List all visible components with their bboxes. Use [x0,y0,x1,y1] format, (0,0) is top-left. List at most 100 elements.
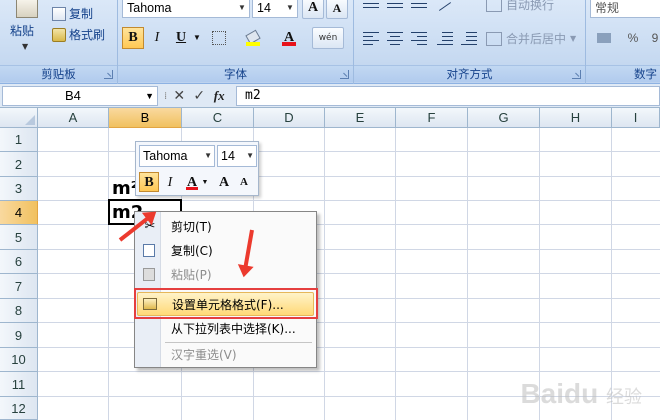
paste-label: 粘贴 [10,24,35,38]
gridline [324,128,325,420]
font-color-button[interactable]: A [278,27,300,49]
fill-color-button[interactable] [242,27,264,49]
number-format-select[interactable]: 常规 [590,0,660,18]
wrap-text-label: 自动换行 [506,0,555,12]
copy-label: 复制 [69,7,94,21]
mini-font-color-dropdown[interactable]: ▼ [200,172,210,192]
align-middle-button[interactable] [384,0,406,20]
font-color-swatch [186,187,198,190]
align-right-button[interactable] [408,28,430,48]
column-header-b[interactable]: B [109,108,182,128]
clipboard-dialog-launcher[interactable] [104,70,113,79]
align-top-button[interactable] [360,0,382,20]
font-color-swatch [282,42,296,46]
chevron-down-icon: ▼ [238,3,246,12]
format-painter-button[interactable]: 格式刷 [52,26,105,44]
row-header-9[interactable]: 9 [0,323,38,348]
column-header-h[interactable]: H [540,108,612,128]
italic-button[interactable]: I [146,27,168,49]
row-header-6[interactable]: 6 [0,250,38,274]
row-header-2[interactable]: 2 [0,152,38,177]
currency-icon [597,33,611,43]
formula-bar: B4 ▼ ⁞ ✕ ✓ fx m2 [0,84,660,108]
fill-color-swatch [246,42,260,46]
italic-icon: I [167,175,173,190]
row-header-5[interactable]: 5 [0,225,38,250]
font-dialog-launcher[interactable] [340,70,349,79]
percent-button[interactable]: % [622,27,644,49]
menu-item-cut[interactable]: ✂ 剪切(T) [137,215,314,239]
paste-icon [16,0,38,18]
wrap-text-button[interactable]: 自动换行 [486,0,554,13]
row-header-4[interactable]: 4 [0,201,38,225]
underline-dropdown[interactable]: ▼ [192,27,202,49]
column-header-i[interactable]: I [612,108,660,128]
wrap-text-icon [486,0,502,12]
row-header-12[interactable]: 12 [0,397,38,420]
gridline [611,128,612,420]
align-left-button[interactable] [360,28,382,48]
font-name-select[interactable]: Tahoma ▼ [122,0,250,18]
select-all-button[interactable] [0,108,38,128]
mini-font-size-select[interactable]: 14 ▼ [217,145,257,167]
mini-italic-button[interactable]: I [160,172,180,192]
decrease-indent-button[interactable] [434,28,456,48]
bold-button[interactable]: B [122,27,144,49]
cancel-icon[interactable]: ✕ [171,87,187,105]
row-header-3[interactable]: 3 [0,177,38,201]
mini-font-name-select[interactable]: Tahoma ▼ [139,145,215,167]
grow-font-icon: A [218,175,230,190]
align-center-button[interactable] [384,28,406,48]
worksheet-grid[interactable]: A B C D E F G H I 1 2 3 4 5 6 7 8 9 10 1… [0,108,660,420]
mini-font-color-button[interactable]: A [182,172,202,192]
font-size-select[interactable]: 14 ▼ [252,0,298,18]
percent-icon: % [627,31,639,45]
menu-item-copy[interactable]: 复制(C) [137,239,314,263]
increase-indent-button[interactable] [458,28,480,48]
menu-item-paste[interactable]: 粘贴(P) [137,263,314,287]
clipboard-group-label: 剪贴板 [0,65,117,82]
row-header-7[interactable]: 7 [0,274,38,299]
comma-style-button[interactable]: 9 [644,27,660,49]
grow-font-button[interactable]: A [302,0,324,19]
menu-item-pick-from-list[interactable]: 从下拉列表中选择(K)... [137,317,314,341]
insert-function-icon[interactable]: fx [211,87,227,105]
row-header-1[interactable]: 1 [0,128,38,152]
align-bottom-button[interactable] [408,0,430,20]
phonetic-guide-button[interactable]: wén [312,27,344,49]
copy-button[interactable]: 复制 [52,5,93,23]
menu-item-cut-label: 剪切(T) [171,220,212,234]
mini-grow-font-button[interactable]: A [214,172,234,192]
font-size-value: 14 [257,1,271,15]
font-group-label: 字体 [118,65,353,82]
formula-input[interactable]: m2 [236,86,660,106]
borders-button[interactable] [208,27,230,49]
shrink-font-button[interactable]: A [326,0,348,19]
alignment-dialog-launcher[interactable] [572,70,581,79]
column-header-c[interactable]: C [182,108,254,128]
row-header-11[interactable]: 11 [0,372,38,397]
column-header-d[interactable]: D [254,108,325,128]
chevron-down-icon: ▼ [286,3,294,12]
merge-center-button[interactable]: 合并后居中 ▼ [486,30,576,47]
baidu-watermark: Baidu 经验 [520,378,642,410]
underline-button[interactable]: U [170,27,192,49]
enter-icon[interactable]: ✓ [191,87,207,105]
orientation-button[interactable] [434,0,456,20]
column-header-e[interactable]: E [325,108,396,128]
currency-button[interactable] [590,27,618,49]
menu-item-paste-label: 粘贴(P) [171,268,212,282]
number-group: 常规 % 9 数字 [586,0,660,84]
row-header-8[interactable]: 8 [0,299,38,323]
menu-item-reconvert[interactable]: 汉字重选(V) [137,343,314,367]
column-header-f[interactable]: F [396,108,468,128]
row-header-10[interactable]: 10 [0,348,38,372]
column-header-a[interactable]: A [38,108,109,128]
mini-bold-button[interactable]: B [139,172,159,192]
paste-button[interactable]: 粘贴 ▼ [6,0,46,60]
mini-shrink-font-button[interactable]: A [234,172,254,192]
name-box[interactable]: B4 ▼ [2,86,158,106]
format-painter-icon [52,28,66,42]
chevron-down-icon[interactable]: ▼ [145,87,154,105]
column-header-g[interactable]: G [468,108,540,128]
